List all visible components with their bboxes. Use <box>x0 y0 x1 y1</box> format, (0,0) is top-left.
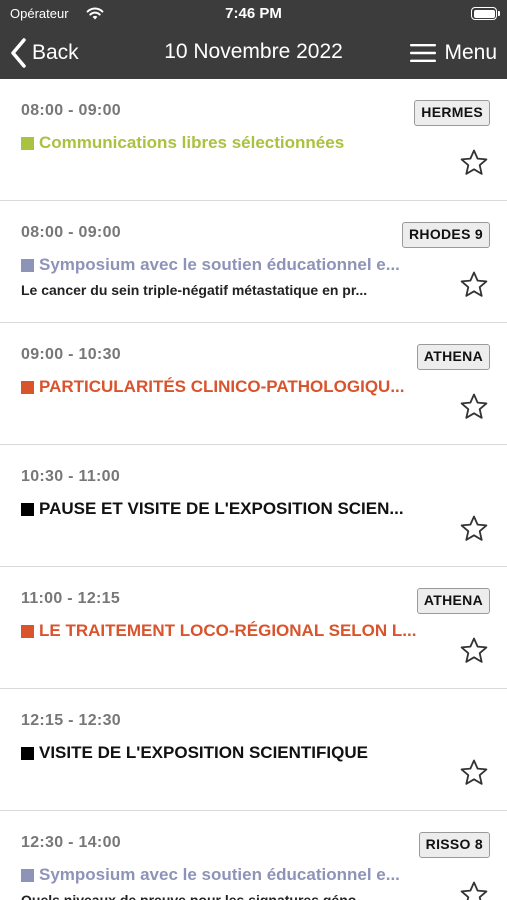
session-list[interactable]: 08:00 - 09:00 HERMES Communications libres… <box>0 79 507 900</box>
navigation-header: Opérateur 7:46 PM Back 10 Novembre 2022 … <box>0 0 507 79</box>
session-time: 12:30 - 14:00 <box>21 834 121 851</box>
session-title-row: LE TRAITEMENT LOCO-RÉGIONAL SELON L... <box>21 621 436 641</box>
session-title: Symposium avec le soutien éducationnel e… <box>39 865 400 884</box>
session-time: 10:30 - 11:00 <box>21 468 121 485</box>
session-title-row: VISITE DE L'EXPOSITION SCIENTIFIQUE <box>21 743 436 763</box>
menu-button[interactable]: Menu <box>410 36 497 70</box>
star-outline-icon[interactable] <box>459 636 489 666</box>
room-badge: ATHENA <box>416 344 490 370</box>
session-row[interactable]: 12:30 - 14:00 RISSO 8 Symposium avec le so… <box>0 811 507 900</box>
category-swatch <box>21 136 34 150</box>
star-outline-icon[interactable] <box>459 514 489 544</box>
session-row[interactable]: 11:00 - 12:15 ATHENA LE TRAITEMENT LOCO-RÉ… <box>0 567 507 689</box>
session-row[interactable]: 09:00 - 10:30 ATHENA PARTICULARITÉS CLINIC… <box>0 323 507 445</box>
session-row[interactable]: 12:15 - 12:30 VISITE DE L'EXPOSITION SCIE… <box>0 689 507 811</box>
session-title: PARTICULARITÉS CLINICO-PATHOLOGIQU... <box>39 377 405 396</box>
session-time: 11:00 - 12:15 <box>21 590 121 607</box>
room-badge: HERMES <box>414 100 490 126</box>
session-title: LE TRAITEMENT LOCO-RÉGIONAL SELON L... <box>39 621 417 640</box>
session-time: 12:15 - 12:30 <box>21 712 121 729</box>
session-title: VISITE DE L'EXPOSITION SCIENTIFIQUE <box>39 743 368 762</box>
session-row[interactable]: 10:30 - 11:00 PAUSE ET VISITE DE L'EXPOSI… <box>0 445 507 567</box>
star-outline-icon[interactable] <box>459 880 489 900</box>
status-time: 7:46 PM <box>225 5 282 22</box>
star-outline-icon[interactable] <box>459 148 489 178</box>
star-outline-icon[interactable] <box>459 270 489 300</box>
category-swatch <box>21 258 34 272</box>
nav-bar: Back 10 Novembre 2022 Menu <box>0 28 507 79</box>
category-swatch <box>21 868 34 882</box>
session-time: 08:00 - 09:00 <box>21 224 121 241</box>
session-title: PAUSE ET VISITE DE L'EXPOSITION SCIEN... <box>39 499 404 518</box>
session-time: 08:00 - 09:00 <box>21 102 121 119</box>
room-badge: RISSO 8 <box>418 832 490 858</box>
hamburger-icon <box>410 44 437 62</box>
session-row[interactable]: 08:00 - 09:00 HERMES Communications libres… <box>0 79 507 201</box>
category-swatch <box>21 624 34 638</box>
star-outline-icon[interactable] <box>459 758 489 788</box>
session-title-row: PARTICULARITÉS CLINICO-PATHOLOGIQU... <box>21 377 436 397</box>
category-swatch <box>21 502 34 516</box>
session-time: 09:00 - 10:30 <box>21 346 121 363</box>
session-subtitle: Quels niveaux de preuve pour les signatu… <box>21 892 368 900</box>
session-title: Communications libres sélectionnées <box>39 133 345 152</box>
session-title-row: Symposium avec le soutien éducationnel e… <box>21 865 436 885</box>
room-badge: ATHENA <box>416 588 490 614</box>
room-badge: RHODES 9 <box>402 222 490 248</box>
session-title: Symposium avec le soutien éducationnel e… <box>39 255 400 274</box>
session-title-row: PAUSE ET VISITE DE L'EXPOSITION SCIEN... <box>21 499 436 519</box>
category-swatch <box>21 746 34 760</box>
star-outline-icon[interactable] <box>459 392 489 422</box>
status-bar: Opérateur 7:46 PM <box>0 0 507 28</box>
battery-icon <box>471 7 500 20</box>
session-title-row: Communications libres sélectionnées <box>21 133 436 153</box>
session-title-row: Symposium avec le soutien éducationnel e… <box>21 255 436 275</box>
category-swatch <box>21 380 34 394</box>
session-row[interactable]: 08:00 - 09:00 RHODES 9 Symposium avec le s… <box>0 201 507 323</box>
menu-label: Menu <box>444 41 497 64</box>
session-subtitle: Le cancer du sein triple-négatif métasta… <box>21 282 368 298</box>
